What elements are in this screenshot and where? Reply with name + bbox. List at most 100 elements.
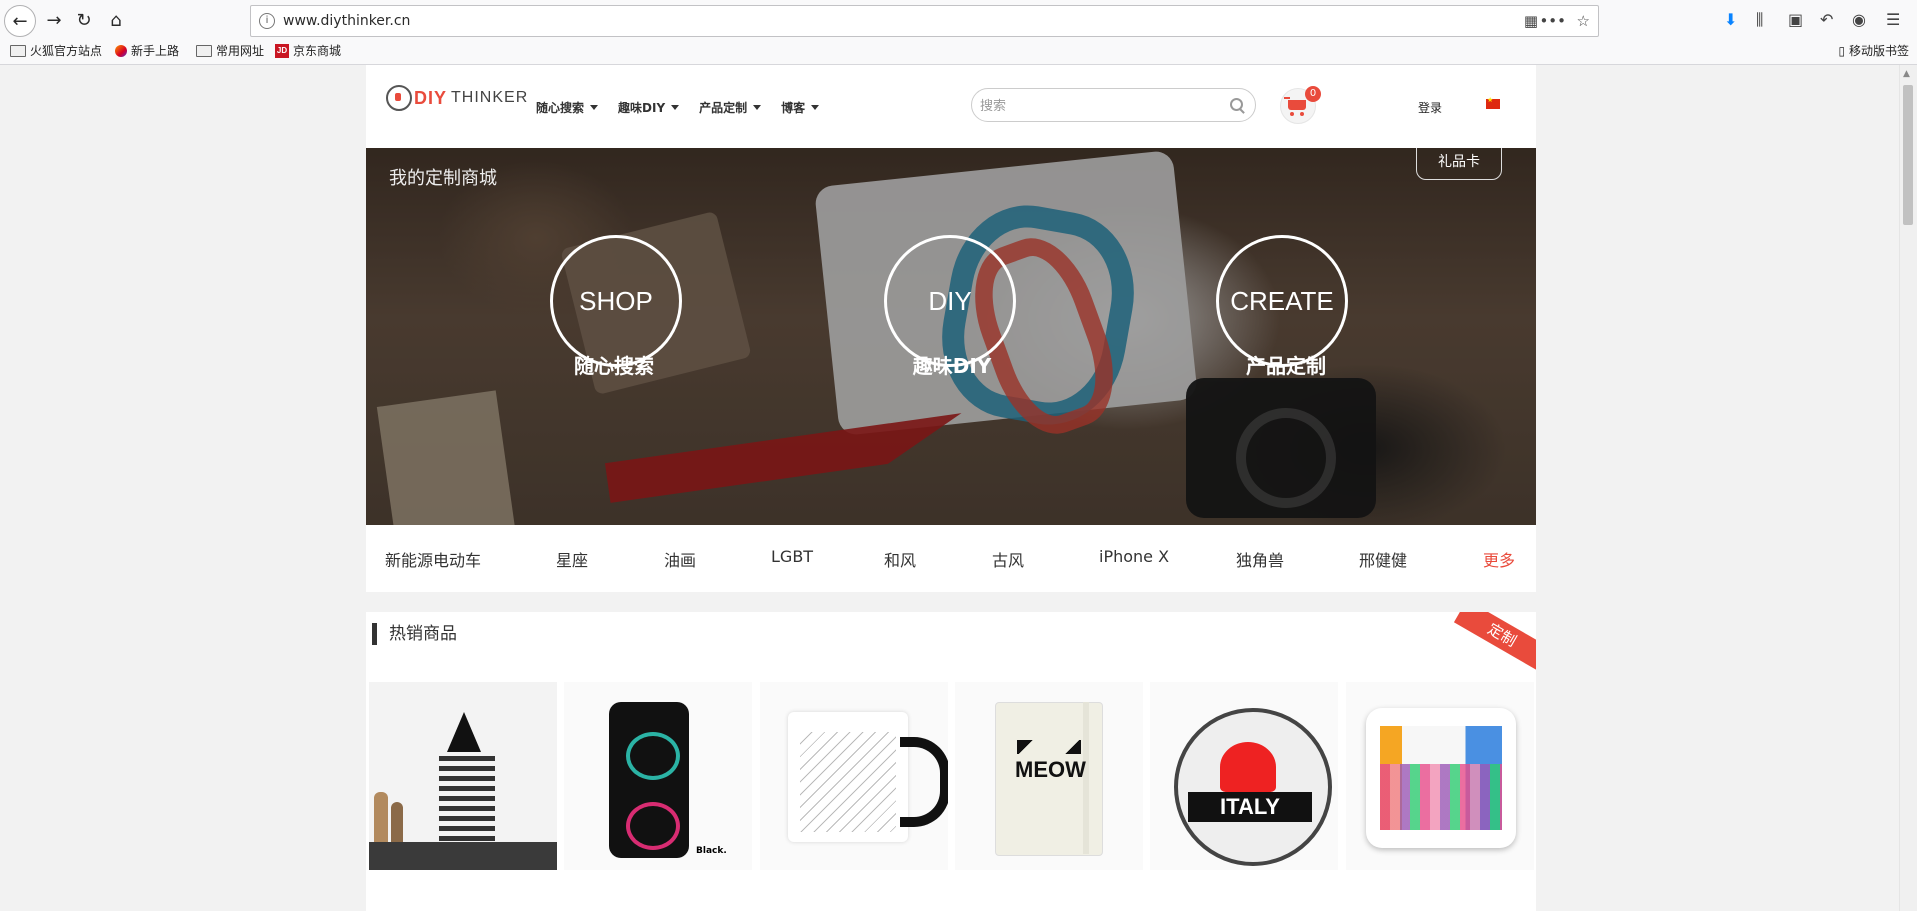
tag-link[interactable]: 油画 (664, 547, 696, 571)
mug-handle-shape (900, 737, 948, 827)
cart-count-badge: 0 (1305, 86, 1321, 102)
ribbon-label: 定制 (1453, 612, 1536, 671)
scroll-up-icon[interactable]: ▲ (1903, 69, 1910, 79)
mobile-bookmarks-label: 移动版书签 (1848, 44, 1909, 58)
nav-label: 随心搜索 (536, 101, 585, 115)
more-tags-link[interactable]: 更多 (1483, 547, 1515, 571)
bookmark-item[interactable]: 火狐官方站点 (10, 42, 102, 59)
create-circle-button[interactable]: CREATE (1216, 235, 1348, 367)
caret-down-icon (811, 105, 820, 110)
bookmark-label: 新手上路 (131, 44, 180, 58)
firefox-icon (115, 44, 127, 57)
vase-shape (391, 802, 403, 842)
tag-link[interactable]: 古风 (992, 547, 1024, 571)
caret-down-icon (753, 105, 762, 110)
address-bar[interactable]: i www.diythinker.cn ▦ ••• ☆ (250, 5, 1599, 37)
undo-icon[interactable]: ↶ (1820, 10, 1833, 29)
forward-icon[interactable]: → (40, 6, 68, 34)
diy-caption[interactable]: 趣味DIY (852, 350, 1052, 379)
product-art-text: ITALY (1188, 792, 1312, 822)
jd-logo-icon: JD (275, 43, 289, 58)
tag-link[interactable]: 星座 (556, 547, 588, 571)
tag-link[interactable]: 独角兽 (1236, 547, 1284, 571)
menu-icon[interactable]: ☰ (1886, 10, 1900, 29)
bookmark-star-icon[interactable]: ☆ (1577, 6, 1590, 36)
product-caption: Black. (696, 846, 727, 856)
bookmark-item[interactable]: 新手上路 (115, 42, 179, 59)
mobile-bookmarks[interactable]: ▯ 移动版书签 (1839, 42, 1909, 59)
bookmark-label: 京东商城 (293, 44, 342, 58)
tag-link[interactable]: 和风 (884, 547, 916, 571)
account-icon[interactable]: ◉ (1852, 10, 1866, 29)
heart-icon (1220, 742, 1276, 792)
gift-card-button[interactable]: 礼品卡 (1416, 148, 1502, 180)
shopping-cart-icon (1284, 97, 1306, 116)
library-icon[interactable]: ⫼ (1756, 10, 1763, 30)
reload-icon[interactable]: ↻ (70, 6, 98, 34)
phone-icon: ▯ (1838, 44, 1846, 58)
bookmark-item[interactable]: JD 京东商城 (275, 42, 341, 59)
bookmark-item[interactable]: 常用网址 (196, 42, 264, 59)
page-actions-icon[interactable]: ••• (1539, 6, 1566, 36)
tag-bar: 新能源电动车 星座 油画 LGBT 和风 古风 iPhone X 独角兽 邢健健… (366, 525, 1536, 592)
scroll-thumb[interactable] (1903, 85, 1913, 225)
pineapple-icon (447, 712, 481, 752)
shop-caption[interactable]: 随心搜索 (514, 350, 714, 379)
formula-pattern (800, 732, 896, 832)
site-info-icon[interactable]: i (259, 13, 275, 29)
nav-item-search[interactable]: 随心搜索 (536, 99, 599, 116)
nav-item-blog[interactable]: 博客 (781, 99, 820, 116)
logo-thinker-text: THINKER (451, 89, 529, 106)
lettering-shape (439, 756, 495, 846)
shop-circle-button[interactable]: SHOP (550, 235, 682, 367)
diy-circle-button[interactable]: DIY (884, 235, 1016, 367)
product-art-text: MEOW (1015, 757, 1086, 782)
logo-diy-text: DIY (414, 87, 448, 108)
hero-title: 我的定制商城 (389, 168, 497, 189)
product-card-phone-case[interactable]: Black. (564, 682, 752, 870)
nav-item-custom[interactable]: 产品定制 (699, 99, 762, 116)
download-icon[interactable]: ⬇ (1724, 10, 1737, 29)
circle-button-label: CREATE (1230, 285, 1334, 316)
back-icon[interactable]: ← (4, 5, 36, 37)
tag-link[interactable]: 邢健健 (1359, 547, 1407, 571)
hot-products-section: 热销商品 定制 Black. MEOW ITALY (366, 612, 1536, 911)
browser-toolbar: ← → ↻ ⌂ i www.diythinker.cn ▦ ••• ☆ ⬇ ⫼ … (0, 0, 1917, 65)
main-nav: 随心搜索 趣味DIY 产品定制 博客 (536, 99, 820, 116)
site-logo[interactable]: DIY THINKER (386, 85, 528, 111)
shelf-shape (369, 842, 557, 870)
product-card-chemistry-mug[interactable] (760, 682, 948, 870)
home-icon[interactable]: ⌂ (102, 6, 130, 34)
page-scrollbar[interactable]: ▲ (1899, 65, 1917, 911)
nav-item-diy[interactable]: 趣味DIY (618, 99, 680, 116)
login-link[interactable]: 登录 (1418, 99, 1442, 116)
product-card-italy-button[interactable]: ITALY (1150, 682, 1338, 870)
search-input[interactable] (978, 95, 1222, 117)
product-card-pineapple-wall-art[interactable] (369, 682, 557, 870)
sugar-skull-icon (626, 732, 680, 780)
product-card-periodic-pillow[interactable] (1346, 682, 1534, 870)
sidebar-icon[interactable]: ▣ (1788, 10, 1803, 29)
tag-link[interactable]: LGBT (771, 547, 813, 566)
folder-icon (10, 44, 26, 57)
tag-link[interactable]: iPhone X (1099, 547, 1169, 566)
bookmark-label: 火狐官方站点 (30, 44, 103, 58)
search-icon[interactable] (1230, 98, 1243, 111)
url-text: www.diythinker.cn (283, 13, 411, 29)
cat-ears-icon (1017, 740, 1081, 754)
caret-down-icon (590, 105, 599, 110)
cart-button[interactable]: 0 (1280, 86, 1321, 124)
china-flag-icon[interactable] (1486, 96, 1500, 109)
product-card-meow-notebook[interactable]: MEOW (955, 682, 1143, 870)
circle-button-label: SHOP (579, 285, 653, 316)
lightbulb-icon (386, 85, 412, 111)
create-caption[interactable]: 产品定制 (1186, 350, 1386, 379)
folder-icon (196, 44, 212, 57)
bookmark-label: 常用网址 (216, 44, 265, 58)
section-title: 热销商品 (372, 623, 457, 645)
tag-link[interactable]: 新能源电动车 (385, 547, 481, 571)
site-search (971, 88, 1256, 122)
qr-code-icon[interactable]: ▦ (1524, 6, 1538, 36)
periodic-table-pattern (1380, 726, 1502, 830)
custom-ribbon[interactable]: 定制 (1453, 612, 1536, 671)
